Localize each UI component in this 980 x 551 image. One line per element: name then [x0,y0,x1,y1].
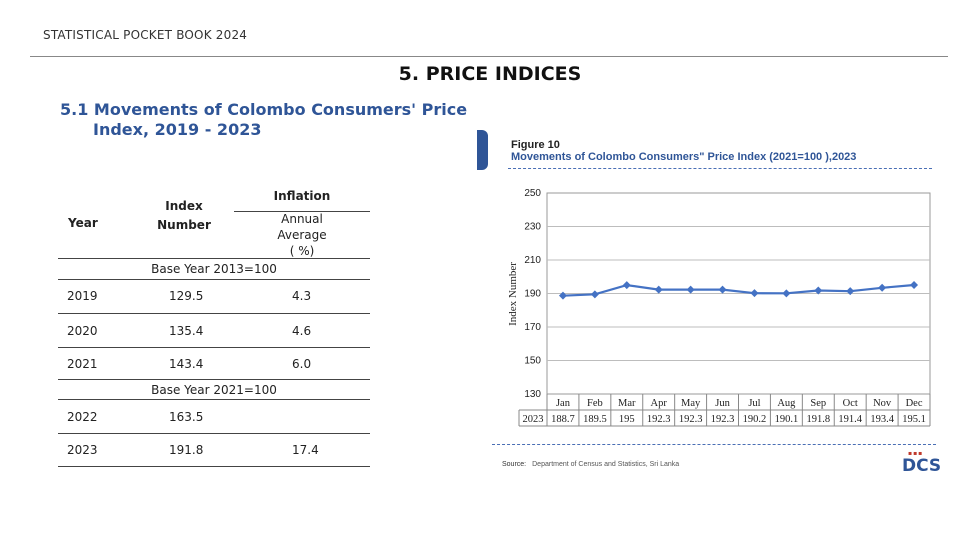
y-tick-label: 250 [524,188,541,199]
data-label: 191.8 [806,414,830,425]
x-tick-label: Apr [651,398,668,409]
table-rule [58,313,370,314]
figure-divider-bottom [492,444,936,445]
x-tick-label: May [681,398,701,409]
table-rule [58,466,370,467]
data-label: 189.5 [583,414,607,425]
col-header-inflation: Inflation [273,189,331,203]
table-rule [58,433,370,434]
chapter-title: 5. PRICE INDICES [398,63,582,85]
row-index: 191.8 [169,443,204,457]
data-label: 191.4 [838,414,862,425]
x-tick-label: Nov [873,398,892,409]
data-label: 195.1 [902,414,926,425]
row-index: 143.4 [169,357,204,371]
logo-text: DCS [902,456,942,476]
row-year: 2020 [67,324,98,338]
figure-divider-top [508,168,932,169]
source-note: Source: Department of Census and Statisti… [502,461,679,468]
data-label: 192.3 [647,414,671,425]
section-title: 5.1 Movements of Colombo Consumers' Pric… [60,100,467,140]
table-rule [58,379,370,380]
row-year: 2019 [67,289,98,303]
row-year: 2022 [67,410,98,424]
header-divider [30,56,948,57]
series-name: 2023 [523,414,544,425]
table-rule [58,399,370,400]
y-tick-label: 230 [524,222,541,233]
base-year-2013: Base Year 2013=100 [151,262,277,276]
section-title-line2: Index, 2019 - 2023 [93,120,262,139]
data-label: 190.1 [775,414,799,425]
row-year: 2021 [67,357,98,371]
y-tick-label: 170 [524,322,541,333]
data-label: 192.3 [711,414,735,425]
col-header-year: Year [68,216,98,230]
row-inflation: 17.4 [292,443,319,457]
figure-label: Figure 10 [511,139,560,151]
data-label: 195 [619,414,635,425]
x-tick-label: Oct [843,398,858,409]
x-tick-label: Sep [810,398,826,409]
cpi-line-chart: 130 150 170 190 210 230 250 Index Number Jan 188.… [507,188,931,427]
row-index: 135.4 [169,324,204,338]
data-label: 192.3 [679,414,703,425]
table-rule [58,279,370,280]
x-tick-label: Jun [715,398,730,409]
col-header-annual-2: Average [277,228,327,242]
row-inflation: 6.0 [292,357,312,371]
y-tick-label: 190 [524,289,541,300]
row-year: 2023 [67,443,98,457]
data-label: 193.4 [870,414,894,425]
col-header-annual-3: ( %) [289,244,315,258]
y-axis-label: Index Number [507,262,519,326]
col-header-index-1: Index [165,199,203,213]
dcs-logo: ▪▪▪ DCS [900,450,948,478]
table-rule [58,258,370,259]
x-tick-label: Dec [906,398,923,409]
row-inflation: 4.3 [292,289,312,303]
row-index: 163.5 [169,410,204,424]
section-title-line1: 5.1 Movements of Colombo Consumers' Pric… [60,100,468,119]
data-label: 188.7 [551,414,575,425]
col-header-annual-1: Annual [281,212,323,226]
x-tick-label: Jan [556,398,571,409]
figure-title: Movements of Colombo Consumers" Price In… [511,151,857,163]
figure-tab-marker [477,130,488,170]
y-tick-label: 210 [524,255,541,266]
x-tick-label: Feb [587,398,603,409]
x-tick-label: Aug [777,398,796,409]
row-index: 129.5 [169,289,204,303]
x-tick-label: Mar [618,398,636,409]
source-label: Source: [502,461,527,468]
table-rule [58,347,370,348]
source-text: Department of Census and Statistics, Sri… [532,461,680,468]
base-year-2021: Base Year 2021=100 [151,383,277,397]
book-title: STATISTICAL POCKET BOOK 2024 [43,28,248,42]
data-label: 190.2 [743,414,767,425]
y-tick-label: 150 [524,356,541,367]
col-header-index-2: Number [157,218,211,232]
row-inflation: 4.6 [292,324,312,338]
y-tick-label: 130 [524,389,541,400]
x-tick-label: Jul [748,398,760,409]
